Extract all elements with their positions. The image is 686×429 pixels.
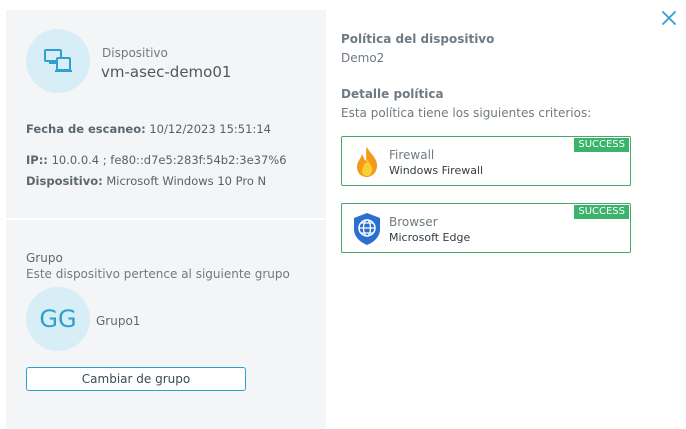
criteria-card-firewall: SUCCESS Firewall Windows Firewall (341, 136, 631, 186)
os-label: Dispositivo: (26, 174, 103, 188)
ip-row: IP:: 10.0.0.4 ; fe80::d7e5:283f:54b2:3e3… (26, 153, 287, 167)
ip-value: 10.0.0.4 ; fe80::d7e5:283f:54b2:3e37%6 (51, 153, 287, 167)
computer-devices-icon (44, 49, 72, 72)
device-avatar (26, 29, 90, 93)
device-label: Dispositivo (102, 46, 168, 60)
policy-detail-title: Detalle política (341, 87, 444, 101)
criteria-name: Firewall (389, 148, 435, 162)
flame-icon (357, 147, 378, 177)
policy-title: Política del dispositivo (341, 32, 495, 46)
criteria-card-browser: SUCCESS Browser Microsoft Edge (341, 203, 631, 253)
status-badge: SUCCESS (574, 138, 629, 152)
criteria-detail: Windows Firewall (389, 164, 484, 177)
policy-detail-description: Esta política tiene los siguientes crite… (341, 106, 592, 120)
globe-shield-icon (354, 213, 380, 245)
os-value: Microsoft Windows 10 Pro N (106, 174, 267, 188)
close-icon[interactable] (660, 9, 678, 27)
group-avatar: GG (26, 287, 90, 351)
criteria-detail: Microsoft Edge (389, 231, 471, 244)
change-group-button[interactable]: Cambiar de grupo (26, 367, 246, 391)
policy-name: Demo2 (341, 51, 385, 65)
group-description: Este dispositivo pertence al siguiente g… (26, 267, 290, 281)
os-row: Dispositivo: Microsoft Windows 10 Pro N (26, 174, 266, 188)
section-divider (6, 218, 326, 220)
group-name: Grupo1 (96, 314, 141, 328)
ip-label: IP:: (26, 153, 48, 167)
scan-date-value: 10/12/2023 15:51:14 (149, 122, 271, 136)
group-title: Grupo (26, 251, 63, 265)
scan-date-row: Fecha de escaneo: 10/12/2023 15:51:14 (26, 122, 271, 136)
criteria-name: Browser (389, 215, 438, 229)
device-name: vm-asec-demo01 (101, 63, 232, 81)
device-info-panel: Dispositivo vm-asec-demo01 Fecha de esca… (6, 10, 326, 429)
status-badge: SUCCESS (574, 205, 629, 219)
scan-date-label: Fecha de escaneo: (26, 122, 146, 136)
